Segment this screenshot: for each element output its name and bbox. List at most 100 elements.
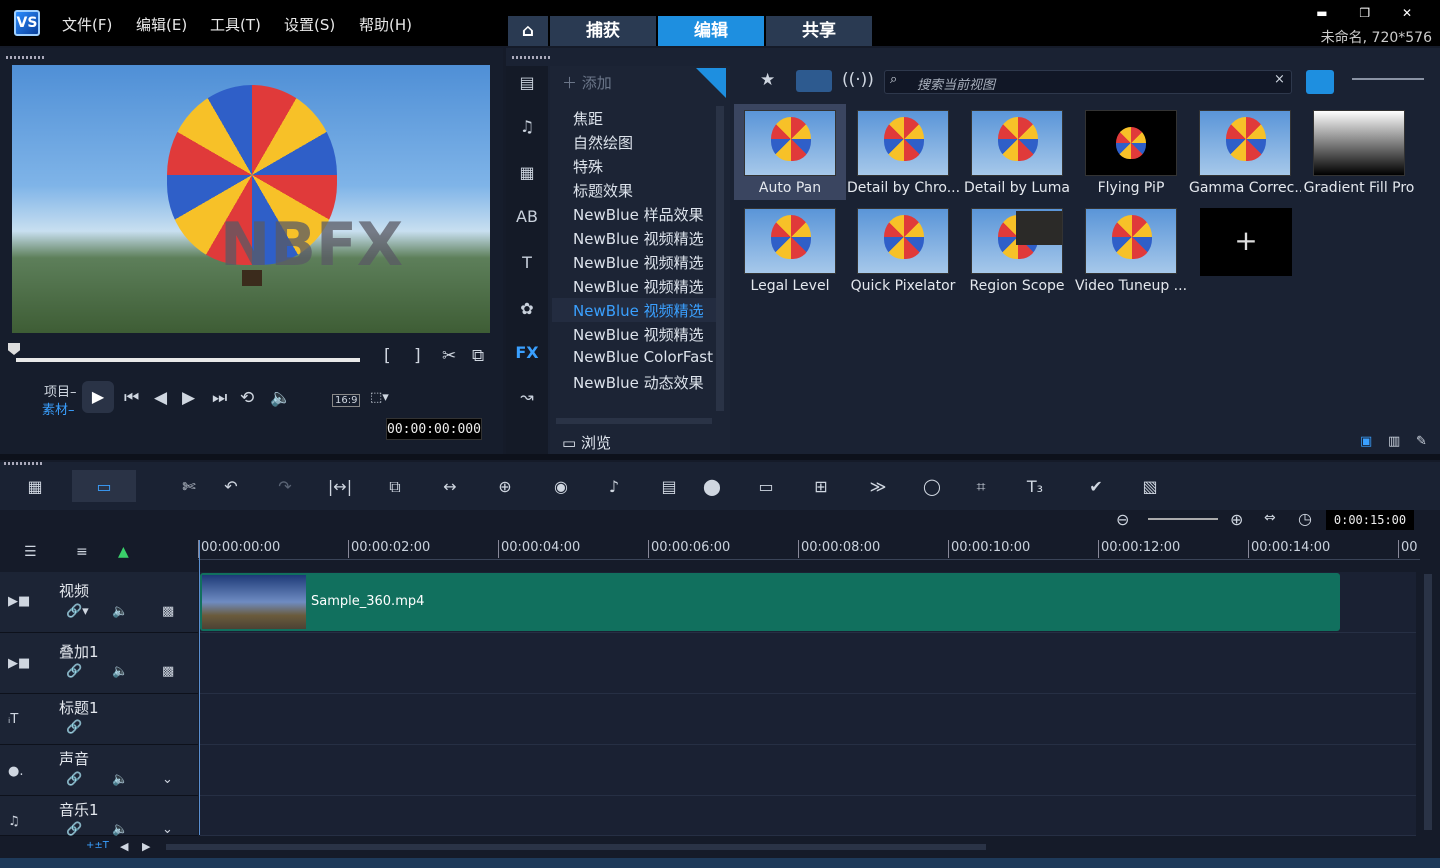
play-button[interactable]: ▶: [82, 381, 114, 413]
tab-capture[interactable]: 捕获: [550, 16, 656, 46]
library-view-icon[interactable]: ▣: [1360, 434, 1372, 449]
link-icon[interactable]: 🔗: [66, 822, 82, 837]
project-duration[interactable]: 0:00:15:00: [1326, 510, 1414, 530]
previous-frame-icon[interactable]: ◀︎: [154, 388, 167, 408]
title-tool-icon[interactable]: +±T: [86, 840, 109, 851]
effect-thumb[interactable]: Region Scope: [961, 202, 1073, 298]
browse-button[interactable]: ▭ 浏览: [562, 432, 611, 453]
category-item[interactable]: NewBlue ColorFast: [573, 348, 713, 366]
tools-icon[interactable]: ✄: [176, 475, 202, 499]
aspect-ratio-button[interactable]: 16:9: [332, 394, 361, 407]
split-icon[interactable]: ↔: [437, 475, 463, 499]
transition-icon[interactable]: AB: [514, 204, 540, 230]
track-body-title[interactable]: [200, 694, 1416, 745]
zoom-out-icon[interactable]: ⊖: [1116, 510, 1129, 529]
link-icon[interactable]: 🔗: [66, 664, 82, 679]
mark-out-icon[interactable]: ]: [414, 346, 421, 366]
category-item[interactable]: 标题效果: [573, 180, 633, 201]
mute-icon[interactable]: 🔈: [112, 772, 128, 787]
next-frame-icon[interactable]: ▶︎: [182, 388, 195, 408]
add-favorite-icon[interactable]: ★: [760, 70, 775, 90]
category-item[interactable]: NewBlue 视频精选: [573, 228, 704, 249]
category-item[interactable]: NewBlue 视频精选: [573, 324, 704, 345]
show-audio-filters-icon[interactable]: ((·)): [842, 70, 874, 90]
tab-share[interactable]: 共享: [766, 16, 872, 46]
scissors-icon[interactable]: ✂: [442, 346, 456, 366]
category-hscrollbar[interactable]: [556, 418, 712, 424]
category-item[interactable]: 焦距: [573, 108, 603, 129]
graphics-icon[interactable]: ✿: [514, 296, 540, 322]
media-icon[interactable]: ▤: [514, 70, 540, 96]
link-icon[interactable]: 🔗▾: [66, 604, 89, 619]
mode-clip[interactable]: 素材–: [42, 399, 75, 418]
batch-convert-icon[interactable]: ✔: [1083, 475, 1109, 499]
render-icon[interactable]: ▧: [1137, 475, 1163, 499]
motion-tracking-icon[interactable]: ≫: [865, 475, 891, 499]
redo-icon[interactable]: ↷: [272, 475, 298, 499]
fx-icon[interactable]: FX: [514, 340, 540, 366]
tab-home[interactable]: ⌂: [508, 16, 548, 46]
enlarge-preview-icon[interactable]: ⧉: [472, 346, 484, 366]
category-item[interactable]: NewBlue 样品效果: [573, 204, 704, 225]
show-video-filters-button[interactable]: [796, 70, 832, 92]
add-category-button[interactable]: ＋ 添加: [562, 72, 612, 93]
menu-file[interactable]: 文件(F): [62, 14, 112, 35]
add-track-icon[interactable]: ≡: [76, 544, 88, 560]
pan-zoom-icon[interactable]: ⌗: [968, 475, 994, 499]
effect-thumb[interactable]: Gamma Correc...: [1189, 104, 1301, 200]
crop-tool-icon[interactable]: ⧉: [382, 475, 408, 499]
volume-icon[interactable]: 🔈: [270, 388, 291, 408]
ripple-edit-icon[interactable]: ▲: [118, 544, 129, 560]
go-to-end-icon[interactable]: ⏭: [212, 388, 227, 408]
category-item[interactable]: NewBlue 视频精选: [573, 252, 704, 273]
track-manager-icon[interactable]: ☰: [24, 544, 37, 560]
effect-thumb[interactable]: Gradient Fill Pro: [1303, 104, 1415, 200]
timeline-zoom-slider[interactable]: [1148, 518, 1218, 520]
mode-project[interactable]: 项目–: [44, 381, 77, 400]
checker-icon[interactable]: ▩: [162, 664, 174, 679]
menu-edit[interactable]: 编辑(E): [136, 14, 187, 35]
checker-icon[interactable]: ▩: [162, 604, 174, 619]
panel-grip[interactable]: [6, 56, 46, 59]
scrubber-bar[interactable]: [16, 358, 360, 362]
panel-splitter[interactable]: [0, 454, 1440, 460]
library-edit-icon[interactable]: ✎: [1416, 434, 1427, 449]
storyboard-view-icon[interactable]: ▦: [22, 475, 48, 499]
undo-icon[interactable]: ↶: [218, 475, 244, 499]
effect-thumb[interactable]: Legal Level: [734, 202, 846, 298]
link-icon[interactable]: 🔗: [66, 772, 82, 787]
track-header-title[interactable]: [0, 694, 198, 745]
move-icon[interactable]: ⊕: [492, 475, 518, 499]
library-grip[interactable]: [512, 56, 552, 59]
repeat-icon[interactable]: ⟲: [240, 388, 254, 408]
crop-icon[interactable]: ⬚▾: [370, 390, 389, 405]
preview-window[interactable]: NBFX: [12, 65, 490, 333]
playhead-line[interactable]: [199, 540, 200, 835]
thumbnail-size-slider[interactable]: [1352, 78, 1424, 80]
fit-project-icon[interactable]: ⇔: [1264, 510, 1276, 526]
track-body-overlay[interactable]: [200, 633, 1416, 694]
tab-edit[interactable]: 编辑: [658, 16, 764, 46]
timeline-grip[interactable]: [4, 462, 44, 465]
effect-thumb[interactable]: Detail by Chro...: [847, 104, 959, 200]
audio-mixer-icon[interactable]: ♪: [601, 475, 627, 499]
path-icon[interactable]: ↝: [514, 384, 540, 410]
record-icon[interactable]: ◉: [548, 475, 574, 499]
effect-thumb[interactable]: Auto Pan: [734, 104, 846, 200]
zoom-in-icon[interactable]: ⊕: [1230, 510, 1243, 529]
instant-project-icon[interactable]: ▦: [514, 160, 540, 186]
expand-icon[interactable]: ⌄: [162, 822, 173, 837]
menu-tools[interactable]: 工具(T): [210, 14, 261, 35]
expand-icon[interactable]: ⌄: [162, 772, 173, 787]
title-icon[interactable]: T: [514, 250, 540, 276]
subtitle-icon[interactable]: ▭: [753, 475, 779, 499]
scroll-left-icon[interactable]: ◀: [120, 840, 128, 853]
fit-to-window-icon[interactable]: |↔|: [327, 475, 353, 499]
mask-icon[interactable]: ◯: [919, 475, 945, 499]
menu-settings[interactable]: 设置(S): [284, 14, 335, 35]
timeline-vscrollbar[interactable]: [1424, 574, 1432, 830]
mute-icon[interactable]: 🔈: [112, 604, 128, 619]
category-scrollbar[interactable]: [716, 106, 724, 411]
mute-icon[interactable]: 🔈: [112, 822, 128, 837]
scroll-right-icon[interactable]: ▶: [142, 840, 150, 853]
